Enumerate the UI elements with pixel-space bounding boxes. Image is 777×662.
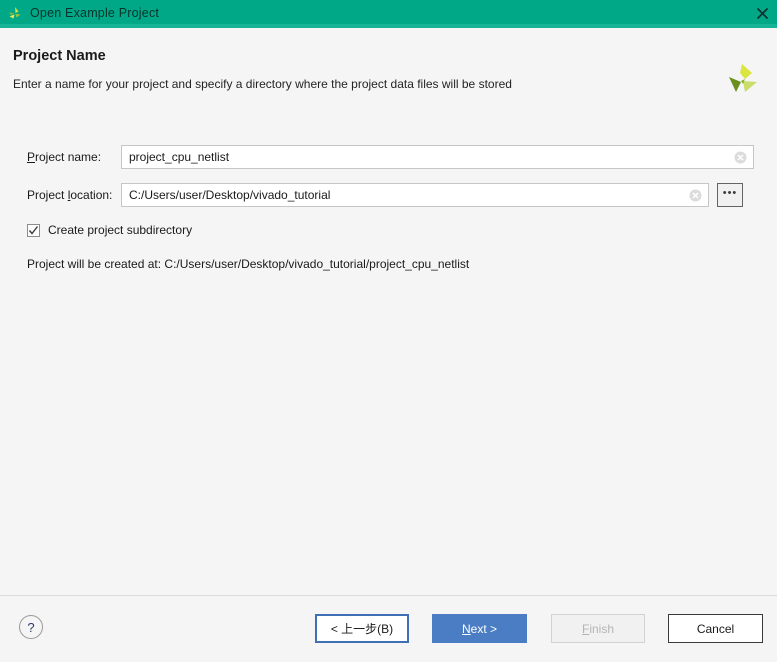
project-location-label-text-a: Project [27, 188, 68, 202]
project-name-input[interactable]: project_cpu_netlist [121, 145, 754, 169]
cancel-button[interactable]: Cancel [668, 614, 763, 643]
project-name-label-mnemonic: P [27, 150, 36, 164]
clear-circle-icon[interactable] [689, 189, 702, 202]
project-name-label-text: roject name: [35, 150, 102, 164]
project-location-value: C:/Users/user/Desktop/vivado_tutorial [129, 188, 331, 202]
finish-button-mnemonic: F [581, 621, 590, 636]
window-title: Open Example Project [30, 6, 160, 20]
help-button[interactable]: ? [19, 615, 43, 639]
page-title: Project Name [13, 48, 106, 64]
checkbox-box[interactable] [27, 223, 40, 237]
create-subdirectory-checkbox[interactable]: Create project subdirectory [27, 223, 192, 237]
project-name-label: Project name: [27, 150, 121, 164]
project-name-row: Project name: project_cpu_netlist [27, 145, 754, 169]
xilinx-logo [721, 60, 763, 102]
create-subdirectory-label: Create project subdirectory [48, 223, 193, 237]
dialog-header: Project Name Enter a name for your proje… [0, 28, 777, 100]
check-icon [28, 225, 39, 235]
back-button[interactable]: < 上一步(B) [315, 614, 409, 643]
project-location-row: Project location: C:/Users/user/Desktop/… [27, 183, 743, 207]
project-location-label-text-b: ocation: [70, 188, 113, 202]
window-titlebar: Open Example Project [0, 0, 777, 28]
project-name-value: project_cpu_netlist [129, 150, 230, 164]
project-created-at-note: Project will be created at: C:/Users/use… [27, 257, 470, 271]
browse-directory-button[interactable]: ••• [717, 183, 743, 207]
vivado-app-icon [6, 5, 24, 23]
close-icon[interactable] [751, 3, 773, 23]
project-location-label: Project location: [27, 188, 121, 202]
finish-button-label: inish [589, 621, 615, 636]
next-button[interactable]: Next > [432, 614, 527, 643]
dialog-footer: ? < 上一步(B) Next > Finish Cancel [0, 596, 777, 662]
project-location-input[interactable]: C:/Users/user/Desktop/vivado_tutorial [121, 183, 709, 207]
next-button-mnemonic: N [461, 621, 471, 636]
next-button-label: ext > [470, 621, 498, 636]
form-area: Project name: project_cpu_netlist Projec… [0, 100, 777, 583]
page-subtitle: Enter a name for your project and specif… [13, 77, 512, 91]
clear-circle-icon[interactable] [734, 151, 747, 164]
finish-button: Finish [551, 614, 645, 643]
